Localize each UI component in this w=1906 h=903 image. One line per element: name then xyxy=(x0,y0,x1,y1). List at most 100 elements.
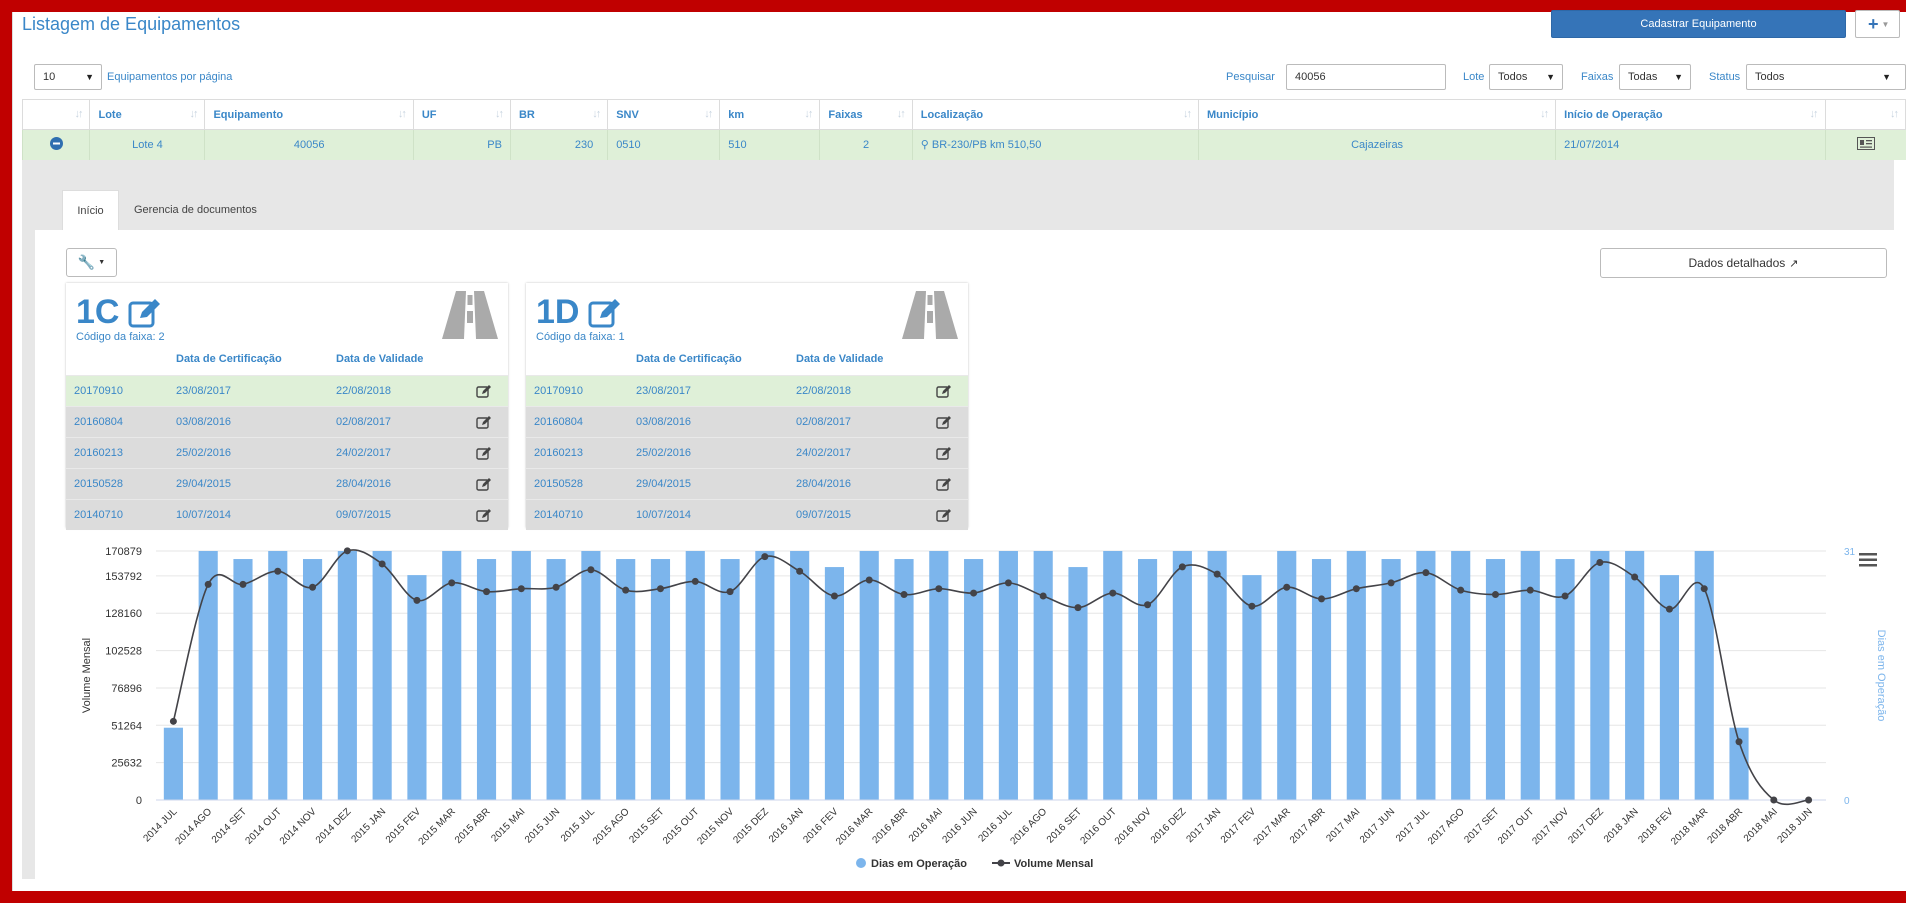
column-header-uf[interactable]: UF ↓↑ xyxy=(412,99,511,130)
certification-row: 20150528 29/04/2015 28/04/2016 xyxy=(526,468,968,499)
bar xyxy=(1590,551,1610,800)
tab-gerencia-documentos[interactable]: Gerencia de documentos xyxy=(134,190,257,230)
line-point xyxy=(483,588,491,596)
bar xyxy=(1381,559,1401,800)
x-tick-label: 2015 AGO xyxy=(591,806,632,847)
column-header-km[interactable]: km ↓↑ xyxy=(719,99,821,130)
column-header-inicio[interactable]: Início de Operação ↓↑ xyxy=(1555,99,1826,130)
bar xyxy=(720,559,740,800)
line-point xyxy=(204,580,212,588)
edit-icon[interactable] xyxy=(936,384,952,398)
more-actions-button[interactable]: + ▼ xyxy=(1855,10,1900,38)
x-tick-label: 2018 MAI xyxy=(1742,806,1780,844)
column-header-lote[interactable]: Lote ↓↑ xyxy=(89,99,206,130)
line-point xyxy=(448,579,456,587)
details-card-button[interactable] xyxy=(1824,129,1906,160)
x-tick-label: 2016 NOV xyxy=(1113,806,1154,847)
edit-icon[interactable] xyxy=(476,384,492,398)
legend-bar-marker xyxy=(856,858,866,868)
bar xyxy=(546,559,566,800)
chart-menu-icon[interactable] xyxy=(1859,553,1877,567)
caret-down-icon: ▼ xyxy=(1881,19,1890,29)
faixas-filter-select[interactable]: Todas ▼ xyxy=(1619,64,1691,90)
bar xyxy=(859,551,879,800)
line-point xyxy=(1352,585,1360,593)
bar xyxy=(755,551,775,800)
line-point xyxy=(1631,573,1639,581)
lote-filter-select[interactable]: Todos ▼ xyxy=(1489,64,1563,90)
column-header-br[interactable]: BR ↓↑ xyxy=(509,99,609,130)
edit-icon[interactable] xyxy=(936,415,952,429)
cell-municipio: Cajazeiras xyxy=(1198,129,1556,160)
x-tick-label: 2018 MAR xyxy=(1669,806,1710,847)
edit-icon[interactable] xyxy=(936,446,952,460)
faixas-filter-label: Faixas xyxy=(1581,71,1614,83)
column-header-municipio[interactable]: Município ↓↑ xyxy=(1198,99,1557,130)
cell-uf: PB xyxy=(412,129,511,160)
bar xyxy=(1137,559,1158,800)
x-tick-label: 2016 MAI xyxy=(907,806,945,844)
bar xyxy=(998,551,1018,800)
column-header-snv[interactable]: SNV ↓↑ xyxy=(607,99,721,130)
edit-icon[interactable] xyxy=(476,477,492,491)
sort-icon: ↓↑ xyxy=(74,108,83,120)
column-header-faixas[interactable]: Faixas ↓↑ xyxy=(819,99,913,130)
line-point xyxy=(761,553,769,561)
x-tick-label: 2017 ABR xyxy=(1288,806,1328,846)
line-point xyxy=(552,583,560,591)
lote-filter-label: Lote xyxy=(1463,71,1485,83)
line-point xyxy=(517,585,525,593)
per-page-label: Equipamentos por página xyxy=(107,71,233,83)
tab-inicio[interactable]: Início xyxy=(62,190,119,230)
bar xyxy=(790,551,810,800)
line-point xyxy=(1004,579,1012,587)
line-point xyxy=(1248,602,1256,610)
tools-dropdown-button[interactable]: 🔧 ▼ xyxy=(66,248,117,277)
edit-icon[interactable] xyxy=(476,415,492,429)
bar xyxy=(824,567,845,800)
x-tick-label: 2017 NOV xyxy=(1530,806,1571,847)
edit-icon[interactable] xyxy=(476,446,492,460)
table-row[interactable]: Lote 4 40056 PB 230 0510 510 2 ⚲ BR-230/… xyxy=(21,129,1906,160)
line-point xyxy=(726,588,734,596)
y-tick-label: 25632 xyxy=(111,758,142,770)
col-header-certificacao: Data de Certificação xyxy=(176,353,282,365)
expand-column-header[interactable]: ↓↑ xyxy=(21,99,91,130)
column-header-localizacao[interactable]: Localização ↓↑ xyxy=(911,99,1200,130)
sort-icon: ↓↑ xyxy=(397,108,407,120)
caret-down-icon: ▼ xyxy=(1546,72,1555,82)
x-tick-label: 2017 MAR xyxy=(1252,806,1293,847)
edit-icon[interactable] xyxy=(936,477,952,491)
page-title: Listagem de Equipamentos xyxy=(22,14,241,34)
x-tick-label: 2016 DEZ xyxy=(1149,806,1189,846)
edit-icon[interactable] xyxy=(936,508,952,522)
bar xyxy=(1311,559,1332,800)
cell-localizacao[interactable]: ⚲ BR-230/PB km 510,50 xyxy=(911,129,1199,160)
y-axis-label: Volume Mensal xyxy=(81,638,93,713)
per-page-select[interactable]: 10 ▼ xyxy=(34,64,102,90)
cell-km: 510 xyxy=(719,129,820,160)
line-point xyxy=(1526,586,1534,594)
edit-icon[interactable] xyxy=(476,508,492,522)
line-point xyxy=(1665,605,1673,613)
line-point xyxy=(656,585,664,593)
x-tick-label: 2017 MAI xyxy=(1324,806,1362,844)
certification-row: 20170910 23/08/2017 22/08/2018 xyxy=(66,375,508,406)
status-filter-select[interactable]: Todos ▼ xyxy=(1746,64,1906,90)
legend-label: Dias em Operação xyxy=(871,858,967,870)
lane-code: Código da faixa: 1 xyxy=(536,331,625,343)
line-point xyxy=(900,591,908,599)
column-header-equipamento[interactable]: Equipamento ↓↑ xyxy=(204,99,414,130)
x-tick-label: 2016 MAR xyxy=(834,806,875,847)
y-tick-label: 76896 xyxy=(111,683,142,695)
dados-detalhados-button[interactable]: Dados detalhados ↗ xyxy=(1600,248,1887,278)
edit-lane-icon[interactable] xyxy=(588,296,622,328)
cadastrar-equipamento-button[interactable]: Cadastrar Equipamento xyxy=(1551,10,1846,38)
edit-lane-icon[interactable] xyxy=(128,296,162,328)
x-tick-label: 2015 DEZ xyxy=(731,806,771,846)
x-tick-label: 2018 ABR xyxy=(1706,806,1746,846)
collapse-row-button[interactable] xyxy=(21,129,90,160)
bar xyxy=(442,551,462,800)
bar xyxy=(1207,551,1227,800)
search-input[interactable] xyxy=(1286,64,1446,90)
